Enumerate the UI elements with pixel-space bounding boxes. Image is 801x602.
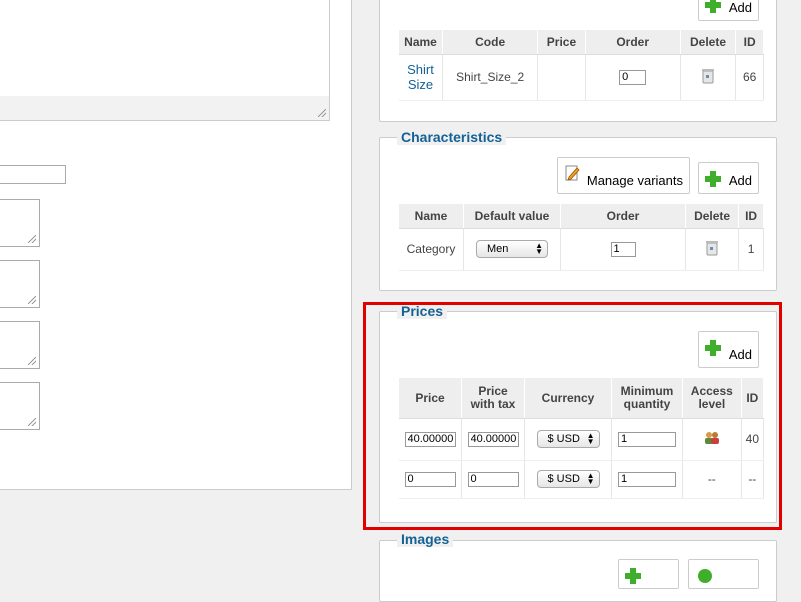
col-code: Code: [442, 30, 539, 55]
images-add-button[interactable]: [618, 559, 679, 589]
table-header-row: Name Default value Order Delete ID: [399, 204, 764, 229]
col-price: Price: [537, 30, 586, 55]
variants-add-button[interactable]: Add: [698, 0, 759, 21]
manage-variants-button[interactable]: Manage variants: [557, 157, 690, 194]
characteristics-table: Name Default value Order Delete ID Categ…: [399, 204, 764, 271]
resize-grip-icon[interactable]: [28, 357, 36, 365]
variants-table: Name Code Price Order Delete ID Shirt Si…: [399, 30, 764, 101]
variant-name-text[interactable]: Shirt Size: [405, 62, 437, 92]
small-textarea-1[interactable]: [0, 199, 40, 247]
characteristic-id: 1: [738, 228, 764, 271]
col-delete: Delete: [685, 204, 740, 229]
small-textarea-3[interactable]: [0, 321, 40, 369]
table-header-row: Name Code Price Order Delete ID: [399, 30, 764, 55]
plus-icon: [625, 568, 641, 584]
resize-grip-icon[interactable]: [318, 109, 326, 117]
add-label: Add: [728, 173, 752, 188]
text-input[interactable]: [0, 165, 66, 184]
editor-status-bar: [0, 96, 330, 121]
table-row: Shirt Size Shirt_Size_2 66: [399, 54, 764, 101]
default-value-text: Men: [487, 243, 509, 255]
description-textarea[interactable]: [0, 0, 330, 98]
prices-highlight-box: [363, 302, 782, 530]
table-row: Category Men ▲ ▼ 1: [399, 228, 764, 271]
images-upload-button[interactable]: [688, 559, 759, 589]
variant-code: Shirt_Size_2: [442, 54, 539, 101]
col-name: Name: [399, 30, 443, 55]
trash-icon[interactable]: [706, 240, 719, 256]
variant-id: 66: [735, 54, 764, 101]
col-default-value: Default value: [463, 204, 561, 229]
col-id: ID: [738, 204, 764, 229]
plus-icon: [705, 0, 721, 13]
characteristics-add-button[interactable]: Add: [698, 162, 759, 194]
plus-icon: [705, 171, 721, 187]
col-delete: Delete: [680, 30, 737, 55]
upload-icon: [698, 569, 712, 583]
edit-pencil-icon: [565, 165, 580, 181]
variant-name-link[interactable]: Shirt Size: [399, 54, 443, 101]
add-label: Add: [728, 0, 752, 15]
default-value-select[interactable]: Men ▲ ▼: [476, 240, 548, 258]
variant-order-input[interactable]: [619, 69, 647, 85]
characteristic-order-input[interactable]: [610, 241, 636, 257]
resize-grip-icon[interactable]: [28, 296, 36, 304]
resize-grip-icon[interactable]: [28, 418, 36, 426]
variant-price: [537, 54, 586, 101]
col-order: Order: [560, 204, 686, 229]
small-textarea-2[interactable]: [0, 260, 40, 308]
characteristic-name: Category: [399, 228, 464, 271]
small-textarea-4[interactable]: [0, 382, 40, 430]
col-order: Order: [585, 30, 681, 55]
select-arrows-icon: ▲ ▼: [535, 241, 543, 256]
col-name: Name: [399, 204, 464, 229]
resize-grip-icon[interactable]: [28, 235, 36, 243]
characteristics-legend: Characteristics: [397, 129, 507, 145]
manage-variants-label: Manage variants: [586, 173, 683, 188]
col-id: ID: [735, 30, 764, 55]
images-legend: Images: [397, 531, 454, 547]
trash-icon[interactable]: [702, 68, 714, 84]
